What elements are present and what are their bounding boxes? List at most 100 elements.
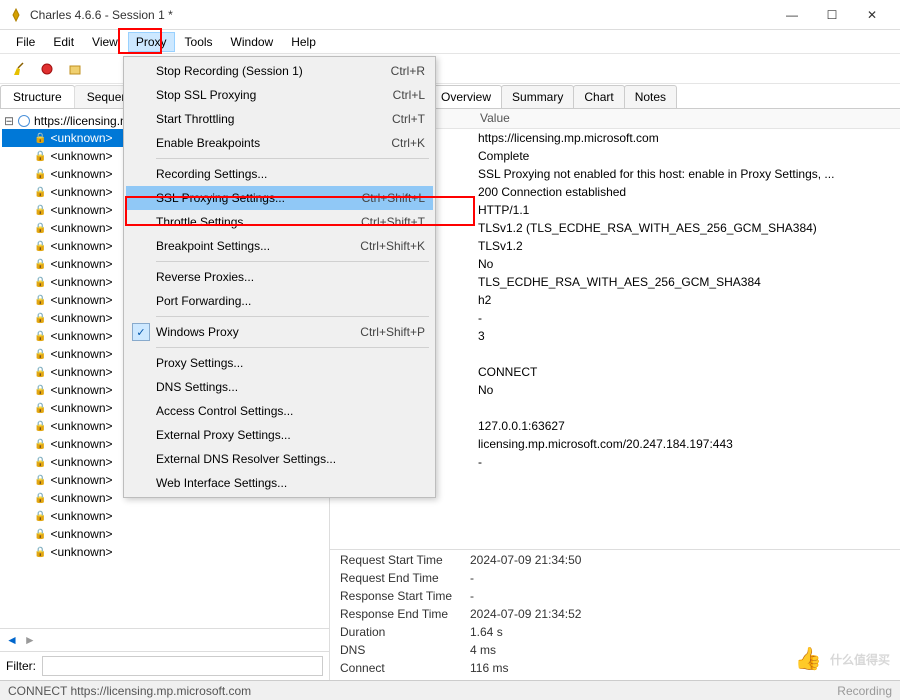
menu-item-access-control-settings[interactable]: Access Control Settings...	[126, 399, 433, 423]
detail-value	[478, 399, 900, 417]
tree-item-label: <unknown>	[50, 437, 112, 451]
lock-icon: 🔒	[34, 529, 46, 540]
timing-row: Request Start Time2024-07-09 21:34:50	[330, 552, 900, 570]
timing-row: Response Start Time-	[330, 588, 900, 606]
timing-value: 1.64 s	[470, 625, 890, 641]
titlebar: Charles 4.6.6 - Session 1 * — ☐ ✕	[0, 0, 900, 30]
tree-item-label: <unknown>	[50, 149, 112, 163]
lock-icon: 🔒	[34, 169, 46, 180]
lock-icon: 🔒	[34, 187, 46, 198]
timing-value: -	[470, 589, 890, 605]
timing-label: Duration	[340, 625, 470, 641]
window-title: Charles 4.6.6 - Session 1 *	[30, 8, 772, 22]
menu-item-proxy-settings[interactable]: Proxy Settings...	[126, 351, 433, 375]
menu-item-start-throttling[interactable]: Start ThrottlingCtrl+T	[126, 107, 433, 131]
menu-tools[interactable]: Tools	[177, 32, 221, 52]
menu-item-label: Web Interface Settings...	[156, 476, 287, 490]
menu-item-label: Breakpoint Settings...	[156, 239, 270, 253]
menu-item-breakpoint-settings[interactable]: Breakpoint Settings...Ctrl+Shift+K	[126, 234, 433, 258]
close-button[interactable]: ✕	[852, 1, 892, 29]
thumbs-up-icon: 👍	[795, 646, 822, 672]
tab-overview[interactable]: Overview	[430, 85, 502, 108]
menu-item-stop-recording-session-1[interactable]: Stop Recording (Session 1)Ctrl+R	[126, 59, 433, 83]
menubar: FileEditViewProxyToolsWindowHelp	[0, 30, 900, 54]
menu-item-label: Stop SSL Proxying	[156, 88, 256, 102]
menu-separator	[156, 261, 429, 262]
tree-item-label: <unknown>	[50, 491, 112, 505]
tab-chart[interactable]: Chart	[573, 85, 624, 108]
menu-item-dns-settings[interactable]: DNS Settings...	[126, 375, 433, 399]
minimize-button[interactable]: —	[772, 1, 812, 29]
menu-edit[interactable]: Edit	[45, 32, 82, 52]
timing-value: -	[470, 571, 890, 587]
nav-next-icon[interactable]: ►	[24, 633, 36, 647]
menu-shortcut: Ctrl+T	[392, 112, 425, 126]
menu-item-label: External Proxy Settings...	[156, 428, 291, 442]
timing-row: Response End Time2024-07-09 21:34:52	[330, 606, 900, 624]
tree-item-label: <unknown>	[50, 221, 112, 235]
menu-item-throttle-settings[interactable]: Throttle Settings...Ctrl+Shift+T	[126, 210, 433, 234]
lock-icon: 🔒	[34, 439, 46, 450]
timing-label: Request End Time	[340, 571, 470, 587]
filter-input[interactable]	[42, 656, 323, 676]
statusbar: CONNECT https://licensing.mp.microsoft.c…	[0, 680, 900, 700]
menu-item-ssl-proxying-settings[interactable]: SSL Proxying Settings...Ctrl+Shift+L	[126, 186, 433, 210]
lock-icon: 🔒	[34, 547, 46, 558]
lock-icon: 🔒	[34, 367, 46, 378]
timing-value: 2024-07-09 21:34:52	[470, 607, 890, 623]
menu-item-reverse-proxies[interactable]: Reverse Proxies...	[126, 265, 433, 289]
tree-item[interactable]: 🔒 <unknown>	[2, 525, 327, 543]
tree-item[interactable]: 🔒<unknown>	[2, 507, 327, 525]
broom-icon[interactable]	[8, 58, 30, 80]
maximize-button[interactable]: ☐	[812, 1, 852, 29]
tree-item[interactable]: 🔒<unknown>	[2, 543, 327, 561]
menu-help[interactable]: Help	[283, 32, 324, 52]
menu-item-stop-ssl-proxying[interactable]: Stop SSL ProxyingCtrl+L	[126, 83, 433, 107]
detail-value: 200 Connection established	[478, 183, 900, 201]
lock-icon: 🔒	[34, 421, 46, 432]
menu-view[interactable]: View	[84, 32, 126, 52]
menu-item-recording-settings[interactable]: Recording Settings...	[126, 162, 433, 186]
detail-value: Complete	[478, 147, 900, 165]
timing-row: Duration1.64 s	[330, 624, 900, 642]
menu-item-external-proxy-settings[interactable]: External Proxy Settings...	[126, 423, 433, 447]
timing-label: Request Start Time	[340, 553, 470, 569]
timing-label: Response End Time	[340, 607, 470, 623]
lock-icon: 🔒	[34, 349, 46, 360]
tab-structure[interactable]: Structure	[0, 85, 75, 108]
record-icon[interactable]	[36, 58, 58, 80]
tree-item-label: <unknown>	[50, 257, 112, 271]
menu-file[interactable]: File	[8, 32, 43, 52]
detail-value: h2	[478, 291, 900, 309]
menu-item-windows-proxy[interactable]: ✓Windows ProxyCtrl+Shift+P	[126, 320, 433, 344]
menu-item-enable-breakpoints[interactable]: Enable BreakpointsCtrl+K	[126, 131, 433, 155]
expander-icon[interactable]: ⊟	[4, 114, 14, 128]
tree-item-label: <unknown>	[50, 275, 112, 289]
menu-item-port-forwarding[interactable]: Port Forwarding...	[126, 289, 433, 313]
menu-shortcut: Ctrl+Shift+T	[361, 215, 425, 229]
lock-icon: 🔒	[34, 457, 46, 468]
menu-item-web-interface-settings[interactable]: Web Interface Settings...	[126, 471, 433, 495]
timing-label: DNS	[340, 643, 470, 659]
tree-item-label: <unknown>	[50, 455, 112, 469]
detail-value	[478, 345, 900, 363]
menu-item-label: Stop Recording (Session 1)	[156, 64, 303, 78]
lock-icon: 🔒	[34, 241, 46, 252]
tab-notes[interactable]: Notes	[624, 85, 677, 108]
menu-proxy[interactable]: Proxy	[128, 32, 175, 52]
tool-icon[interactable]	[64, 58, 86, 80]
menu-item-external-dns-resolver-settings[interactable]: External DNS Resolver Settings...	[126, 447, 433, 471]
lock-icon: 🔒	[34, 133, 46, 144]
menu-window[interactable]: Window	[223, 32, 282, 52]
tab-summary[interactable]: Summary	[501, 85, 574, 108]
globe-icon	[18, 115, 30, 127]
nav-prev-icon[interactable]: ◄	[6, 633, 18, 647]
menu-item-label: SSL Proxying Settings...	[156, 191, 285, 205]
watermark-text: 什么值得买	[830, 651, 890, 668]
detail-value: licensing.mp.microsoft.com/20.247.184.19…	[478, 435, 900, 453]
detail-value: CONNECT	[478, 363, 900, 381]
status-recording: Recording	[837, 684, 892, 698]
menu-item-label: Proxy Settings...	[156, 356, 243, 370]
tree-item-label: <unknown>	[50, 527, 112, 541]
menu-item-label: Enable Breakpoints	[156, 136, 260, 150]
